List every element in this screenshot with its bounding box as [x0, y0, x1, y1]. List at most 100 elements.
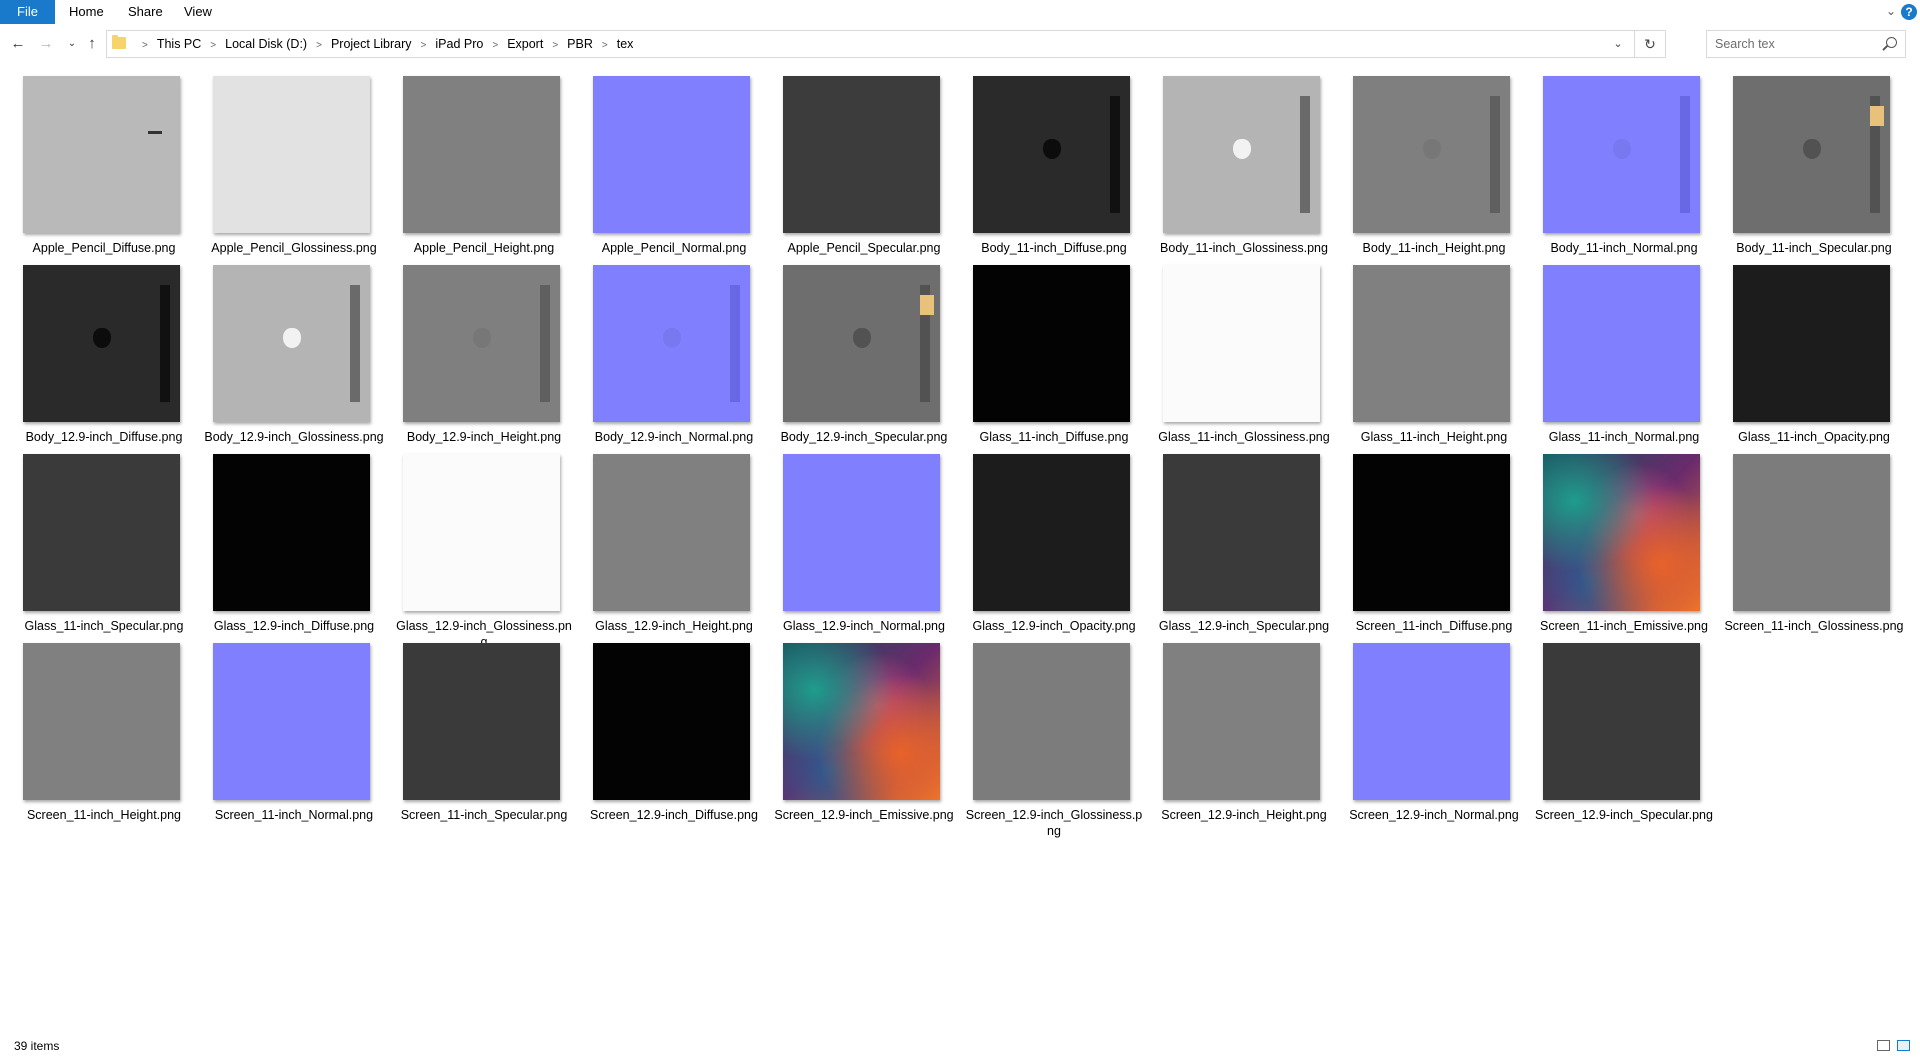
back-arrow-icon[interactable]: ←	[8, 34, 28, 54]
file-item[interactable]: Body_12.9-inch_Normal.png	[588, 265, 763, 445]
file-name: Glass_11-inch_Normal.png	[1548, 430, 1700, 444]
file-thumbnail	[213, 643, 370, 800]
file-item[interactable]: Body_11-inch_Glossiness.png	[1158, 76, 1333, 256]
file-item[interactable]: Screen_11-inch_Diffuse.png	[1348, 454, 1523, 634]
chevron-right-icon[interactable]: >	[492, 40, 498, 51]
chevron-right-icon[interactable]: >	[421, 40, 427, 51]
breadcrumb-project-library[interactable]: Project Library	[331, 37, 412, 51]
file-item[interactable]: Apple_Pencil_Diffuse.png	[18, 76, 193, 256]
file-thumbnail	[783, 643, 940, 800]
file-item[interactable]: Screen_12.9-inch_Glossiness.png	[966, 643, 1143, 838]
recent-locations-chevron-icon[interactable]: ⌄	[62, 34, 82, 54]
file-name: Glass_11-inch_Opacity.png	[1738, 430, 1890, 444]
breadcrumb-export[interactable]: Export	[507, 37, 543, 51]
expand-ribbon-chevron-icon[interactable]: ⌄	[1884, 4, 1898, 18]
details-view-icon[interactable]	[1877, 1040, 1890, 1051]
file-item[interactable]: Glass_12.9-inch_Height.png	[588, 454, 763, 634]
file-item[interactable]: Screen_11-inch_Specular.png	[398, 643, 573, 823]
file-item[interactable]: Screen_11-inch_Height.png	[18, 643, 193, 823]
file-item[interactable]: Screen_12.9-inch_Specular.png	[1535, 643, 1713, 823]
chevron-right-icon[interactable]: >	[552, 40, 558, 51]
file-item[interactable]: Apple_Pencil_Glossiness.png	[208, 76, 383, 256]
file-thumbnail	[403, 76, 560, 233]
file-thumbnail	[1353, 76, 1510, 233]
file-name: Screen_12.9-inch_Glossiness.png	[965, 808, 1143, 838]
refresh-icon[interactable]: ↻	[1634, 31, 1665, 57]
help-icon[interactable]: ?	[1901, 4, 1917, 20]
file-thumbnail	[213, 265, 370, 422]
forward-arrow-icon[interactable]: →	[36, 34, 56, 54]
chevron-right-icon[interactable]: >	[316, 40, 322, 51]
file-item[interactable]: Screen_11-inch_Normal.png	[208, 643, 383, 823]
search-icon[interactable]	[1886, 37, 1897, 48]
file-thumbnail	[23, 643, 180, 800]
texture-detail	[160, 285, 170, 402]
chevron-right-icon[interactable]: >	[210, 40, 216, 51]
apple-logo-icon	[1422, 138, 1441, 159]
file-thumbnail	[213, 454, 370, 611]
file-name: Glass_12.9-inch_Height.png	[595, 619, 753, 633]
file-item[interactable]: Glass_12.9-inch_Glossiness.png	[396, 454, 573, 649]
tab-share[interactable]: Share	[114, 0, 177, 24]
file-thumbnail	[1543, 454, 1700, 611]
search-input[interactable]: Search tex	[1715, 31, 1775, 57]
ribbon-tab-bar: File Home Share View ⌄ ?	[0, 0, 1920, 24]
file-name: Body_11-inch_Normal.png	[1550, 241, 1698, 255]
file-item[interactable]: Glass_11-inch_Height.png	[1348, 265, 1523, 445]
file-name: Apple_Pencil_Specular.png	[787, 241, 941, 255]
file-item[interactable]: Body_11-inch_Diffuse.png	[968, 76, 1143, 256]
breadcrumb-pbr[interactable]: PBR	[567, 37, 593, 51]
file-name: Body_12.9-inch_Height.png	[406, 430, 562, 444]
file-item[interactable]: Screen_12.9-inch_Diffuse.png	[588, 643, 763, 823]
file-item[interactable]: Body_11-inch_Normal.png	[1538, 76, 1713, 256]
file-name: Screen_11-inch_Emissive.png	[1540, 619, 1708, 633]
up-arrow-icon[interactable]: ↑	[82, 34, 102, 54]
file-item[interactable]: Glass_11-inch_Opacity.png	[1728, 265, 1903, 445]
file-item[interactable]: Glass_12.9-inch_Diffuse.png	[208, 454, 383, 634]
file-name: Screen_11-inch_Specular.png	[400, 808, 568, 822]
tab-home[interactable]: Home	[55, 0, 118, 24]
file-item[interactable]: Body_12.9-inch_Specular.png	[778, 265, 953, 445]
chevron-right-icon[interactable]: >	[142, 40, 148, 51]
breadcrumb-this-pc[interactable]: This PC	[157, 37, 201, 51]
large-icons-view-icon[interactable]	[1897, 1040, 1910, 1051]
address-dropdown-chevron-icon[interactable]: ⌄	[1606, 31, 1630, 57]
file-item[interactable]: Glass_11-inch_Glossiness.png	[1158, 265, 1333, 445]
file-item[interactable]: Body_12.9-inch_Glossiness.png	[204, 265, 384, 445]
search-box[interactable]: Search tex	[1706, 30, 1906, 58]
file-item[interactable]: Screen_12.9-inch_Height.png	[1158, 643, 1333, 823]
file-thumbnail	[23, 454, 180, 611]
breadcrumb-ipad-pro[interactable]: iPad Pro	[435, 37, 483, 51]
file-item[interactable]: Screen_11-inch_Emissive.png	[1538, 454, 1713, 634]
file-item[interactable]: Screen_12.9-inch_Normal.png	[1348, 643, 1523, 823]
file-item[interactable]: Glass_12.9-inch_Normal.png	[778, 454, 953, 634]
file-name: Body_11-inch_Specular.png	[1736, 241, 1892, 255]
file-item[interactable]: Body_11-inch_Height.png	[1348, 76, 1523, 256]
address-bar[interactable]: > This PC > Local Disk (D:) > Project Library…	[106, 30, 1666, 58]
file-name: Body_12.9-inch_Diffuse.png	[25, 430, 183, 444]
chevron-right-icon[interactable]: >	[602, 40, 608, 51]
file-item[interactable]: Body_12.9-inch_Height.png	[398, 265, 573, 445]
file-name: Apple_Pencil_Glossiness.png	[211, 241, 377, 255]
file-item[interactable]: Glass_11-inch_Normal.png	[1538, 265, 1713, 445]
file-item[interactable]: Glass_11-inch_Diffuse.png	[968, 265, 1143, 445]
file-item[interactable]: Apple_Pencil_Height.png	[398, 76, 573, 256]
file-item[interactable]: Body_11-inch_Specular.png	[1728, 76, 1903, 256]
file-item[interactable]: Apple_Pencil_Specular.png	[778, 76, 953, 256]
file-item[interactable]: Glass_11-inch_Specular.png	[18, 454, 193, 634]
breadcrumb-tex[interactable]: tex	[617, 37, 634, 51]
file-item[interactable]: Glass_12.9-inch_Opacity.png	[968, 454, 1143, 634]
file-item[interactable]: Apple_Pencil_Normal.png	[588, 76, 763, 256]
breadcrumb-local-disk[interactable]: Local Disk (D:)	[225, 37, 307, 51]
file-name: Glass_11-inch_Glossiness.png	[1158, 430, 1330, 444]
tab-view[interactable]: View	[170, 0, 226, 24]
tab-file[interactable]: File	[0, 0, 55, 24]
file-item[interactable]: Body_12.9-inch_Diffuse.png	[18, 265, 193, 445]
file-item[interactable]: Screen_12.9-inch_Emissive.png	[774, 643, 954, 823]
file-name: Body_11-inch_Diffuse.png	[981, 241, 1127, 255]
texture-detail	[1490, 96, 1500, 213]
file-thumbnail	[1163, 454, 1320, 611]
file-item[interactable]: Screen_11-inch_Glossiness.png	[1724, 454, 1904, 634]
file-item[interactable]: Glass_12.9-inch_Specular.png	[1158, 454, 1333, 634]
apple-logo-icon	[1612, 138, 1631, 159]
